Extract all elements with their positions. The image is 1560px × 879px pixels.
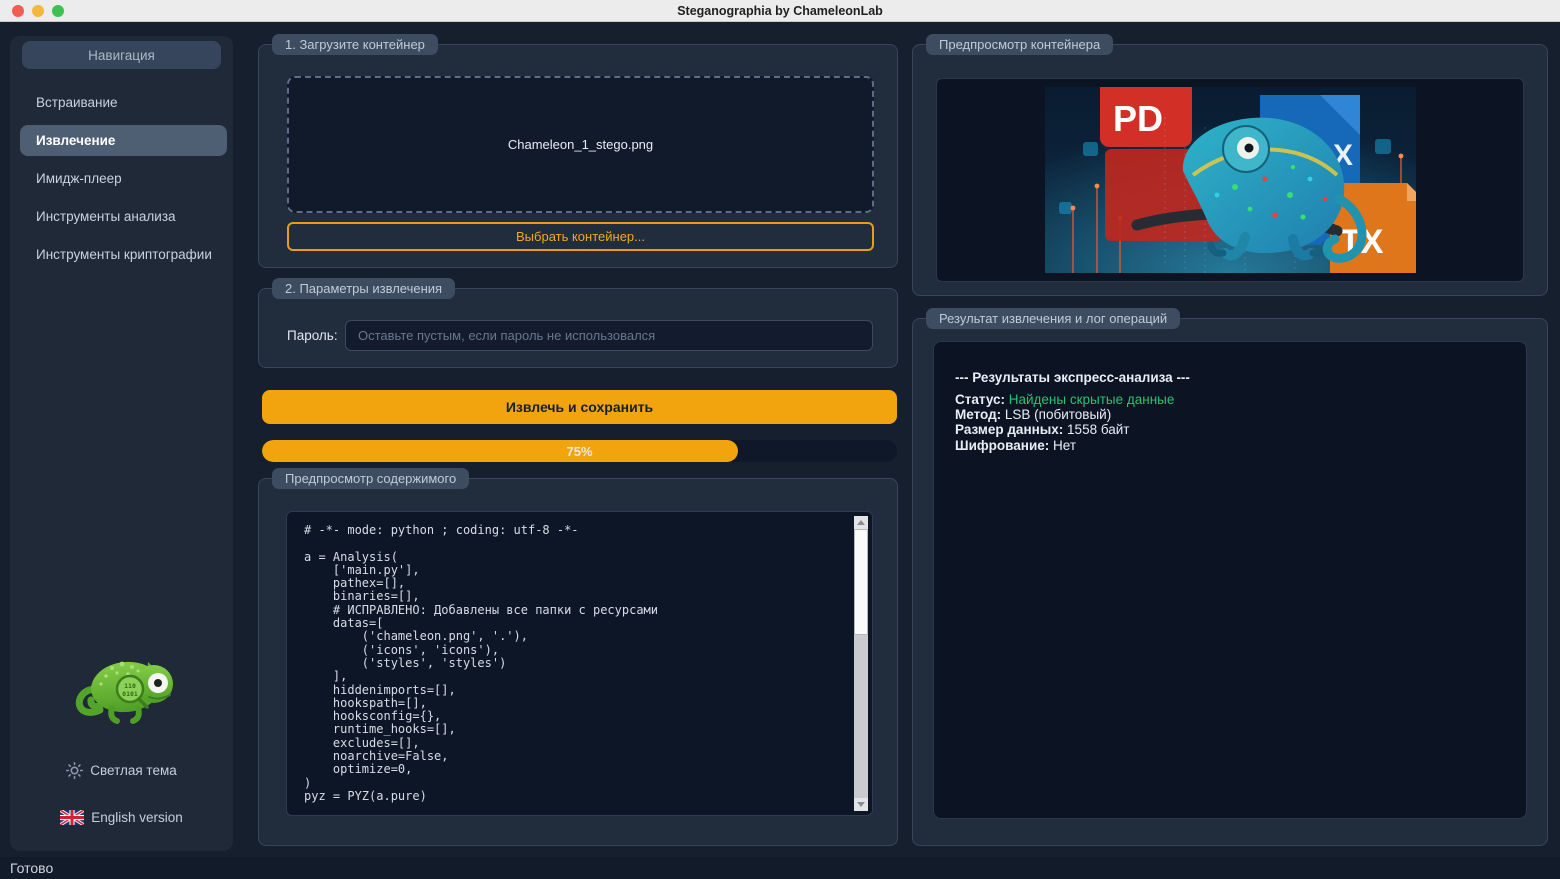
language-toggle-label: English version <box>91 810 183 825</box>
container-dropzone[interactable]: Chameleon_1_stego.png <box>287 76 874 213</box>
container-preview-frame: PD DO X TX <box>936 78 1524 282</box>
uk-flag-icon <box>60 810 84 825</box>
log-entry: Размер данных: 1558 байт <box>955 422 1506 437</box>
sidebar-item-3[interactable]: Инструменты анализа <box>20 201 227 232</box>
sidebar-item-4[interactable]: Инструменты криптографии <box>20 239 227 270</box>
log-entry: Метод: LSB (побитовый) <box>955 407 1506 422</box>
traffic-lights <box>12 5 64 17</box>
sidebar-item-2[interactable]: Имидж-плеер <box>20 163 227 194</box>
scroll-down-arrow-icon[interactable] <box>854 798 868 811</box>
scroll-up-arrow-icon[interactable] <box>854 516 868 529</box>
svg-text:PD: PD <box>1113 98 1163 139</box>
svg-text:110: 110 <box>124 682 136 690</box>
extraction-params-group-title: 2. Параметры извлечения <box>272 278 455 299</box>
app-window: Steganographia by ChameleonLab Навигация… <box>0 0 1560 879</box>
sidebar-nav: Встраивание Извлечение Имидж-плеер Инструме… <box>10 87 233 270</box>
password-input[interactable] <box>345 320 873 351</box>
titlebar: Steganographia by ChameleonLab <box>0 0 1560 22</box>
results-log-group-title: Результат извлечения и лог операций <box>926 308 1180 329</box>
container-preview-group-title: Предпросмотр контейнера <box>926 34 1113 55</box>
language-toggle[interactable]: English version <box>10 810 233 825</box>
load-container-group: 1. Загрузите контейнер Chameleon_1_stego… <box>258 44 898 268</box>
results-log-group: Результат извлечения и лог операций --- … <box>912 318 1548 846</box>
statusbar: Готово <box>0 857 1560 879</box>
log-entries: Статус: Найдены скрытые данныеМетод: LSB… <box>955 392 1506 453</box>
content-preview-group: Предпросмотр содержимого # -*- mode: pyt… <box>258 478 898 846</box>
dropzone-filename: Chameleon_1_stego.png <box>508 137 653 152</box>
minimize-window-button[interactable] <box>32 5 44 17</box>
sidebar-item-0[interactable]: Встраивание <box>20 87 227 118</box>
theme-toggle-label: Светлая тема <box>90 763 177 778</box>
container-preview-image: PD DO X TX <box>1045 87 1416 273</box>
log-entry: Статус: Найдены скрытые данные <box>955 392 1506 407</box>
close-window-button[interactable] <box>12 5 24 17</box>
sidebar-item-1[interactable]: Извлечение <box>20 125 227 156</box>
results-log-box: --- Результаты экспресс-анализа --- Стат… <box>933 341 1527 819</box>
progress-bar: 75% <box>262 440 897 462</box>
password-label: Пароль: <box>287 328 338 343</box>
container-preview-group: Предпросмотр контейнера <box>912 44 1548 296</box>
scrollbar-thumb[interactable] <box>854 529 868 635</box>
theme-toggle[interactable]: Светлая тема <box>10 762 233 779</box>
sun-icon <box>66 762 83 779</box>
extract-save-button[interactable]: Извлечь и сохранить <box>262 390 897 424</box>
code-preview-text: # -*- mode: python ; coding: utf-8 -*- a… <box>304 524 838 816</box>
sidebar-header: Навигация <box>22 41 221 69</box>
choose-container-button[interactable]: Выбрать контейнер... <box>287 222 874 251</box>
svg-text:0101: 0101 <box>122 690 138 698</box>
chameleon-logo: 110 0101 <box>66 640 178 745</box>
content-preview-group-title: Предпросмотр содержимого <box>272 468 469 489</box>
code-scrollbar[interactable] <box>854 516 868 811</box>
maximize-window-button[interactable] <box>52 5 64 17</box>
status-text: Готово <box>10 860 53 876</box>
load-container-group-title: 1. Загрузите контейнер <box>272 34 438 55</box>
window-title: Steganographia by ChameleonLab <box>677 4 883 18</box>
progress-percent-label: 75% <box>262 440 897 462</box>
log-entry: Шифрование: Нет <box>955 438 1506 453</box>
code-preview-viewer[interactable]: # -*- mode: python ; coding: utf-8 -*- a… <box>286 511 873 816</box>
sidebar: Навигация Встраивание Извлечение Имидж-пле… <box>10 36 233 851</box>
log-header: --- Результаты экспресс-анализа --- <box>955 370 1506 385</box>
extraction-params-group: 2. Параметры извлечения Пароль: <box>258 288 898 368</box>
